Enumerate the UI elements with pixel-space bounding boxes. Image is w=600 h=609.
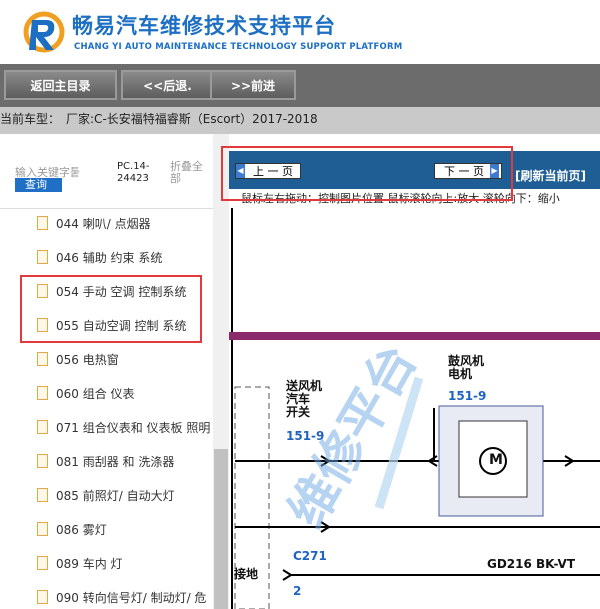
ground-label: 接地 <box>234 567 259 581</box>
diagram-viewer: ◀ 上 一 页 下 一 页 ▶ [刷新当前页] 鼠标左右拖动：控制图片位置 鼠标… <box>229 134 600 609</box>
vehicle-info-bar: 当前车型： 厂家:C-长安福特福睿斯（Escort）2017-2018 <box>0 107 600 134</box>
highlight-box-page-buttons <box>221 146 513 201</box>
app-subtitle: CHANG YI AUTO MAINTENANCE TECHNOLOGY SUP… <box>74 42 403 52</box>
document-icon <box>37 352 48 366</box>
vehicle-label: 当前车型： <box>0 112 61 126</box>
document-icon <box>37 420 48 434</box>
document-icon <box>37 386 48 400</box>
document-icon <box>37 488 48 502</box>
connector-pin: 2 <box>293 584 302 598</box>
tree-item[interactable]: 089 车内 灯 <box>37 553 123 573</box>
diagram-canvas <box>229 208 600 609</box>
tree-item[interactable]: 046 辅助 约束 系统 <box>37 247 162 267</box>
query-button[interactable]: 查询 <box>15 178 62 192</box>
scrollbar-thumb[interactable] <box>214 449 228 609</box>
wiring-diagram[interactable]: 送风机 汽车 开关 151-9 鼓风机 电机 151-9 M C271 2 GD… <box>229 208 600 609</box>
sidebar: 输入关键字퉅 查询 PC.14-24423 折叠全部 044 喇叭/ 点烟器 0… <box>0 134 213 609</box>
collapse-all-button[interactable]: 折叠全部 <box>170 161 210 185</box>
refresh-page-link[interactable]: [刷新当前页] <box>515 167 586 184</box>
tree-item[interactable]: 085 前照灯/ 自动大灯 <box>37 485 175 505</box>
forward-button[interactable]: >>前进 <box>210 70 296 100</box>
wire-label: GD216 BK-VT <box>487 557 576 571</box>
document-icon <box>37 454 48 468</box>
tree-item[interactable]: 044 喇叭/ 点烟器 <box>37 213 151 233</box>
app-title: 畅易汽车维修技术支持平台 <box>72 14 336 38</box>
blower-motor-label: 鼓风机 电机 <box>448 354 485 381</box>
document-icon <box>37 590 48 604</box>
tree-item[interactable]: 086 雾灯 <box>37 519 107 539</box>
motor-symbol: M <box>489 452 503 468</box>
circuit-tree: 044 喇叭/ 点烟器 046 辅助 约束 系统 054 手动 空调 控制系统 … <box>0 208 213 609</box>
document-icon <box>37 250 48 264</box>
logo-icon <box>23 11 65 53</box>
tree-item[interactable]: 060 组合 仪表 <box>37 383 135 403</box>
app-header: 畅易汽车维修技术支持平台 CHANG YI AUTO MAINTENANCE T… <box>0 0 600 64</box>
tree-item[interactable]: 056 电热窗 <box>37 349 119 369</box>
blower-motor-code: 151-9 <box>448 389 487 403</box>
tree-item[interactable]: 071 组合仪表和 仪表板 照明 <box>37 417 210 437</box>
vehicle-value: 厂家:C-长安福特福睿斯（Escort）2017-2018 <box>66 112 318 126</box>
tree-item[interactable]: 081 雨刮器 和 洗涤器 <box>37 451 174 471</box>
back-button[interactable]: <<后退. <box>121 70 214 100</box>
pc-code: PC.14-24423 <box>117 161 150 184</box>
document-icon <box>37 556 48 570</box>
home-button[interactable]: 返回主目录 <box>4 70 117 100</box>
tree-item[interactable]: 090 转向信号灯/ 制动灯/ 危 <box>37 587 206 607</box>
connector-label: C271 <box>293 549 327 563</box>
document-icon <box>37 216 48 230</box>
highlight-box-ac-items <box>20 275 202 343</box>
blower-switch-label: 送风机 汽车 开关 <box>286 379 323 419</box>
document-icon <box>37 522 48 536</box>
sidebar-scrollbar[interactable] <box>213 134 229 609</box>
nav-bar: 返回主目录 <<后退. >>前进 <box>0 64 600 107</box>
